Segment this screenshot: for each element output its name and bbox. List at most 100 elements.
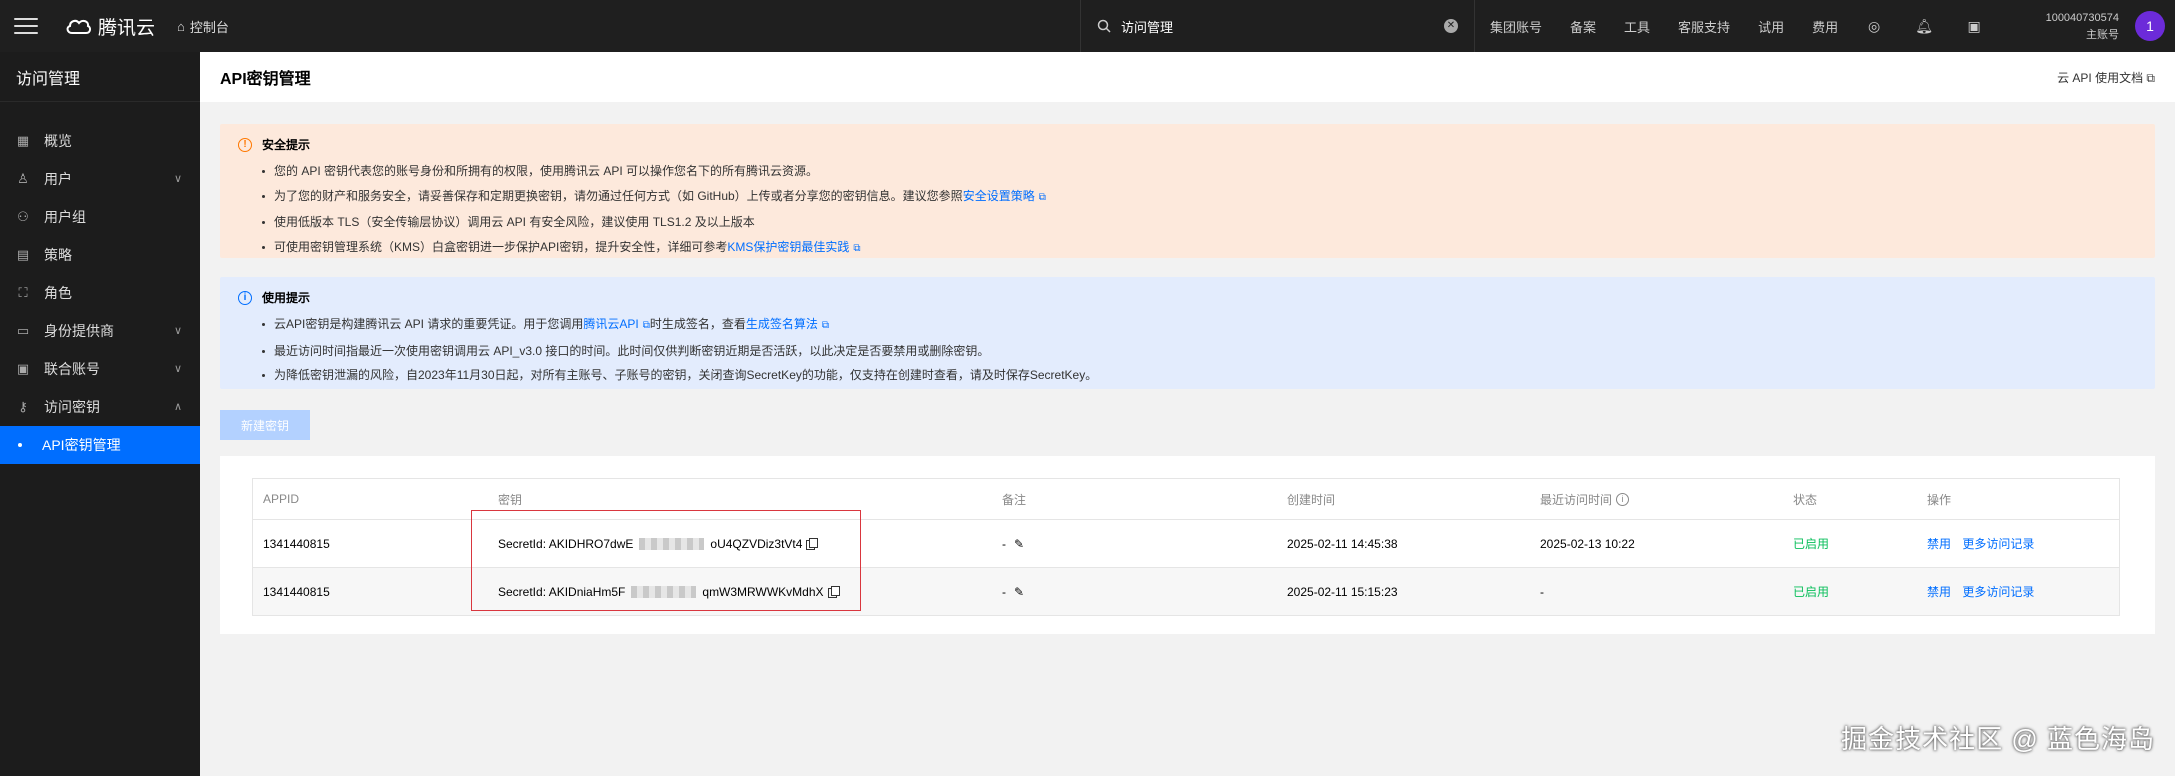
sidebar: 访问管理 ▦ 概览 ♙ 用户 ∨ ⚇ 用户组 ▤ 策略 ⛶ 角色 ▭ 身份提供商…	[0, 52, 200, 776]
col-note: 备注	[1002, 492, 1027, 507]
row-note: - ✎	[1002, 584, 1025, 599]
console-label: 控制台	[189, 19, 229, 35]
chevron-down-icon: ∨	[173, 173, 182, 185]
sidebar-item-label: 联合账号	[44, 361, 100, 377]
federated-icon: ▣	[16, 361, 30, 376]
sidebar-item-access-keys[interactable]: ⚷ 访问密钥 ∧	[0, 388, 200, 426]
security-tip-item: 为了您的财产和服务安全，请妥善保存和定期更换密钥，请勿通过任何方式（如 GitH…	[262, 184, 2137, 211]
usage-tip-alert: i 使用提示 云API密钥是构建腾讯云 API 请求的重要凭证。用于您调用腾讯云…	[220, 277, 2155, 389]
sidebar-item-label: 策略	[44, 247, 72, 263]
col-created: 创建时间	[1287, 492, 1336, 507]
brand-logo[interactable]: 腾讯云	[64, 13, 155, 40]
api-doc-link-label: 云 API 使用文档	[2057, 70, 2144, 85]
col-status: 状态	[1793, 492, 1818, 507]
top-link-billing[interactable]: 费用	[1812, 17, 1838, 36]
compass-icon[interactable]: ◎	[1866, 18, 1882, 34]
account-id: 100040730574	[2045, 12, 2119, 24]
account-role: 主账号	[2086, 29, 2119, 41]
new-key-button[interactable]: 新建密钥	[220, 410, 310, 440]
sidebar-item-label: 用户	[44, 171, 72, 187]
external-link-icon: ⧉	[1038, 191, 1046, 203]
external-link-icon: ⧉	[2146, 70, 2155, 85]
usage-tip-title: 使用提示	[262, 291, 311, 305]
info-icon: i	[238, 290, 252, 305]
sidebar-item-label: API密钥管理	[42, 437, 121, 453]
security-tip-alert: ! 安全提示 您的 API 密钥代表您的账号身份和所拥有的权限，使用腾讯云 AP…	[220, 124, 2155, 258]
sidebar-item-federated-accounts[interactable]: ▣ 联合账号 ∨	[0, 350, 200, 388]
disable-button[interactable]: 禁用	[1927, 537, 1951, 551]
col-actions: 操作	[1927, 492, 1952, 507]
usage-tip-item: 云API密钥是构建腾讯云 API 请求的重要凭证。用于您调用腾讯云API ⧉时生成…	[262, 312, 2137, 339]
idp-icon: ▭	[16, 323, 30, 338]
row-last-access: -	[1540, 584, 1544, 599]
user-icon: ♙	[17, 171, 29, 186]
top-link-trial[interactable]: 试用	[1758, 17, 1784, 36]
kms-best-practice-link[interactable]: KMS保护密钥最佳实践	[727, 240, 849, 254]
home-icon: ⌂	[177, 18, 185, 34]
highlight-box	[471, 510, 861, 611]
row-appid: 1341440815	[263, 584, 330, 599]
sidebar-item-api-key-management[interactable]: API密钥管理	[0, 426, 200, 464]
search-icon	[1097, 19, 1111, 33]
sidebar-item-overview[interactable]: ▦ 概览	[0, 122, 200, 160]
external-link-icon: ⧉	[853, 242, 861, 254]
top-bar: 腾讯云 ⌂ 控制台 ✕ 集团账号 备案 工具 客服支持 试用 费用 ◎ 🔔︎ ▣…	[0, 0, 2175, 52]
sidebar-title: 访问管理	[0, 52, 200, 102]
page-title: API密钥管理	[220, 71, 311, 88]
sidebar-item-label: 概览	[44, 133, 72, 149]
signature-algorithm-link[interactable]: 生成签名算法	[746, 317, 818, 331]
external-link-icon: ⧉	[642, 320, 650, 331]
user-group-icon: ⚇	[17, 209, 29, 224]
sidebar-item-users[interactable]: ♙ 用户 ∨	[0, 160, 200, 198]
status-badge: 已启用	[1793, 585, 1830, 599]
search-input[interactable]	[1121, 18, 1444, 34]
col-appid: APPID	[263, 492, 300, 506]
page-header: API密钥管理 云 API 使用文档 ⧉	[200, 52, 2175, 102]
row-actions: 禁用 更多访问记录	[1917, 535, 2119, 552]
role-icon: ⛶	[18, 285, 28, 300]
avatar[interactable]: 1	[2135, 11, 2165, 41]
row-created: 2025-02-11 14:45:38	[1287, 536, 1398, 551]
clear-search-icon[interactable]: ✕	[1444, 19, 1458, 33]
hamburger-menu-icon[interactable]	[14, 14, 38, 38]
api-doc-link[interactable]: 云 API 使用文档 ⧉	[2057, 69, 2155, 86]
col-last-access: 最近访问时间 i	[1530, 491, 1783, 508]
access-records-link[interactable]: 更多访问记录	[1962, 585, 2034, 599]
chevron-down-icon: ∨	[173, 363, 182, 375]
security-tip-item: 您的 API 密钥代表您的账号身份和所拥有的权限，使用腾讯云 API 可以操作您…	[262, 159, 2137, 184]
usage-tip-item: 最近访问时间指最近一次使用密钥调用云 API_v3.0 接口的时间。此时间仅供判…	[262, 339, 2137, 364]
security-tip-item: 可使用密钥管理系统（KMS）白盒密钥进一步保护API密钥，提升安全性，详细可参考…	[262, 235, 2137, 262]
help-icon[interactable]: i	[1616, 492, 1630, 506]
row-note: - ✎	[1002, 536, 1025, 551]
row-appid: 1341440815	[263, 536, 330, 551]
top-link-support[interactable]: 客服支持	[1678, 17, 1730, 36]
wallet-icon[interactable]: ▣	[1966, 18, 1982, 34]
sidebar-item-label: 访问密钥	[44, 399, 100, 415]
security-policy-link[interactable]: 安全设置策略	[963, 189, 1035, 203]
security-tip-item: 使用低版本 TLS（安全传输层协议）调用云 API 有安全风险，建议使用 TLS…	[262, 210, 2137, 235]
edit-pencil-icon[interactable]: ✎	[1014, 585, 1024, 599]
policy-icon: ▤	[16, 247, 30, 262]
col-key: 密钥	[498, 492, 523, 507]
top-links: 集团账号 备案 工具 客服支持 试用 费用 ◎ 🔔︎ ▣	[1490, 0, 2016, 52]
access-records-link[interactable]: 更多访问记录	[1962, 537, 2034, 551]
sidebar-item-policies[interactable]: ▤ 策略	[0, 236, 200, 274]
edit-pencil-icon[interactable]: ✎	[1014, 537, 1024, 551]
top-link-filing[interactable]: 备案	[1570, 17, 1596, 36]
main-content: API密钥管理 云 API 使用文档 ⧉ ! 安全提示 您的 API 密钥代表您…	[200, 52, 2175, 776]
external-link-icon: ⧉	[821, 320, 830, 331]
console-link[interactable]: ⌂ 控制台	[177, 17, 229, 36]
sidebar-item-roles[interactable]: ⛶ 角色	[0, 274, 200, 312]
status-badge: 已启用	[1793, 537, 1830, 551]
bell-icon[interactable]: 🔔︎	[1915, 18, 1933, 34]
top-link-group-account[interactable]: 集团账号	[1490, 17, 1542, 36]
sidebar-item-user-groups[interactable]: ⚇ 用户组	[0, 198, 200, 236]
account-info[interactable]: 100040730574 主账号	[2046, 10, 2119, 44]
key-icon: ⚷	[18, 399, 28, 414]
row-actions: 禁用 更多访问记录	[1917, 583, 2119, 600]
top-link-tools[interactable]: 工具	[1624, 17, 1650, 36]
sidebar-item-identity-providers[interactable]: ▭ 身份提供商 ∨	[0, 312, 200, 350]
watermark: 掘金技术社区 @ 蓝色海岛	[1841, 724, 2155, 754]
disable-button[interactable]: 禁用	[1927, 585, 1951, 599]
cloud-api-link[interactable]: 腾讯云API	[583, 317, 638, 331]
